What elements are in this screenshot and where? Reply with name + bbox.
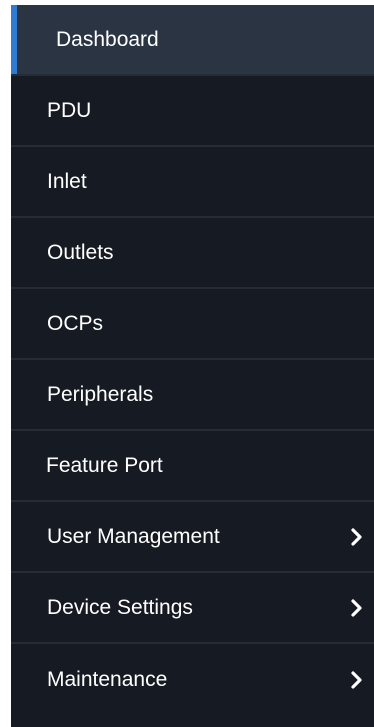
sidebar-item-ocps[interactable]: OCPs (11, 289, 374, 360)
chevron-right-icon (350, 527, 364, 547)
sidebar-item-label: PDU (47, 98, 92, 122)
sidebar-item-outlets[interactable]: Outlets (11, 218, 374, 289)
sidebar-item-label: User Management (47, 524, 220, 548)
sidebar-item-peripherals[interactable]: Peripherals (11, 360, 374, 431)
chevron-right-icon (350, 598, 364, 618)
sidebar-item-dashboard[interactable]: Dashboard (11, 5, 374, 76)
sidebar-item-pdu[interactable]: PDU (11, 76, 374, 147)
sidebar-item-label: OCPs (47, 311, 104, 335)
sidebar-item-label: Feature Port (46, 453, 163, 477)
sidebar-item-label: Maintenance (47, 667, 168, 691)
sidebar-item-label: Device Settings (47, 595, 193, 619)
sidebar-item-inlet[interactable]: Inlet (11, 147, 374, 218)
sidebar-item-feature-port[interactable]: Feature Port (11, 431, 374, 502)
chevron-right-icon (350, 670, 364, 690)
sidebar-item-label: Peripherals (47, 382, 154, 406)
sidebar-item-label: Dashboard (56, 27, 159, 51)
sidebar-nav: Dashboard PDU Inlet Outlets OCPs Periphe… (11, 5, 374, 727)
sidebar-item-maintenance[interactable]: Maintenance (11, 644, 374, 715)
sidebar-item-device-settings[interactable]: Device Settings (11, 573, 374, 644)
sidebar-item-label: Inlet (47, 169, 87, 193)
sidebar-item-label: Outlets (47, 240, 114, 264)
sidebar-item-user-management[interactable]: User Management (11, 502, 374, 573)
